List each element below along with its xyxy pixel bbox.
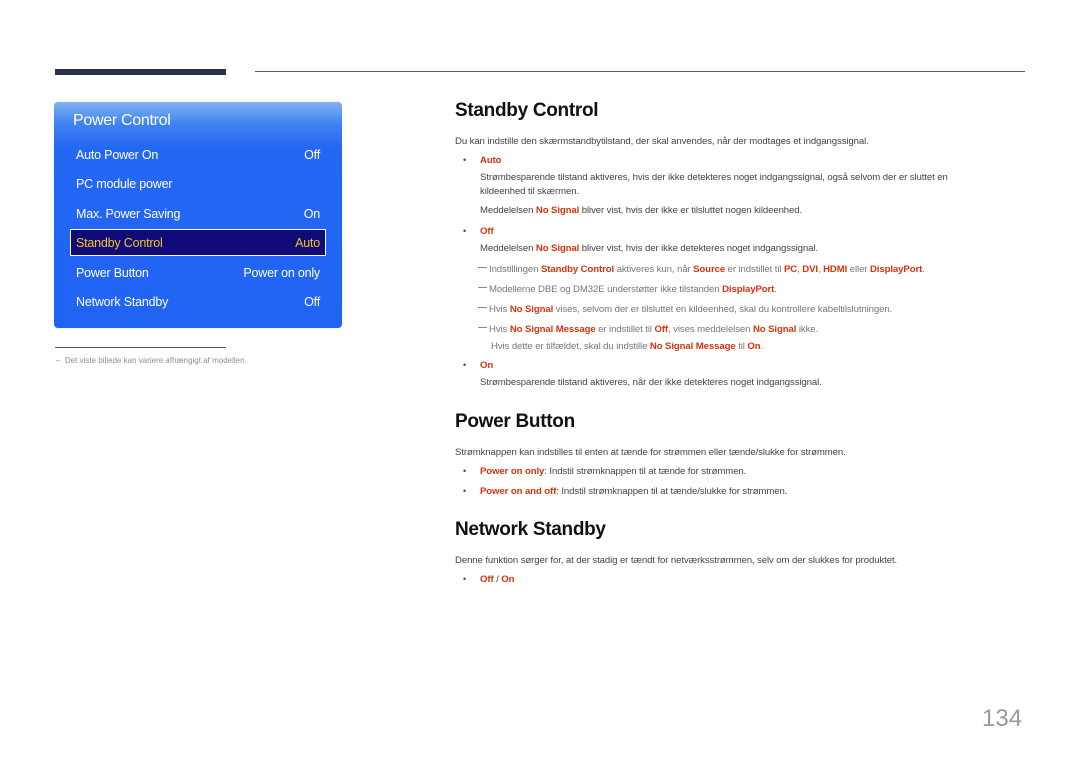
osd-item-value: Power on only: [243, 266, 320, 280]
bullet-icon: •: [463, 226, 467, 236]
osd-item-network-standby: Network Standby Off: [71, 290, 325, 314]
page-number: 134: [982, 705, 1023, 732]
option-auto-desc-line1: Strømbesparende tilstand aktiveres, hvis…: [480, 172, 948, 183]
network-standby-intro: Denne funktion sørger for, at der stadig…: [455, 555, 898, 566]
option-off-message: Meddelelsen No Signal bliver vist, hvis …: [480, 243, 818, 254]
power-button-intro: Strømknappen kan indstilles til enten at…: [455, 447, 846, 458]
option-auto-desc-line2: kildeenhed til skærmen.: [480, 186, 580, 197]
osd-item-value: On: [303, 207, 320, 221]
option-power-on-and-off: Power on and off: Indstil strømknappen t…: [480, 486, 788, 497]
header-bar-thick: [55, 69, 226, 75]
note-cable-check: Hvis No Signal vises, selvom der er tils…: [478, 304, 892, 315]
osd-item-label: Network Standby: [76, 295, 169, 309]
note-dash-icon: [478, 267, 487, 268]
note-dash-icon: [478, 287, 487, 288]
heading-power-button: Power Button: [455, 411, 575, 432]
heading-network-standby: Network Standby: [455, 519, 606, 540]
osd-item-label: PC module power: [76, 177, 173, 191]
footnote-dash-icon: –: [56, 356, 65, 365]
bullet-icon: •: [463, 360, 467, 370]
osd-item-value: Auto: [295, 235, 320, 250]
osd-item-auto-power-on: Auto Power On Off: [71, 143, 325, 167]
bullet-icon: •: [463, 155, 467, 165]
option-on-label: On: [480, 360, 494, 371]
note-models-displayport: Modellerne DBE og DM32E understøtter ikk…: [478, 284, 777, 295]
bullet-icon: •: [463, 466, 467, 476]
osd-item-label: Max. Power Saving: [76, 207, 181, 221]
osd-item-label: Power Button: [76, 266, 149, 280]
option-auto-message: Meddelelsen No Signal bliver vist, hvis …: [480, 205, 803, 216]
option-power-on-only: Power on only: Indstil strømknappen til …: [480, 466, 747, 477]
osd-item-standby-control-selected: Standby Control Auto: [70, 229, 326, 256]
option-on-desc: Strømbesparende tilstand aktiveres, når …: [480, 377, 822, 388]
bullet-icon: •: [463, 574, 467, 584]
heading-standby-control: Standby Control: [455, 100, 599, 121]
osd-item-value: Off: [304, 148, 320, 162]
osd-menu-title: Power Control: [73, 112, 171, 129]
note-no-signal-message: Hvis No Signal Message er indstillet til…: [478, 324, 818, 335]
osd-item-max-power-saving: Max. Power Saving On: [71, 202, 325, 226]
option-auto-label: Auto: [480, 155, 502, 166]
osd-item-pc-module-power: PC module power: [71, 172, 325, 196]
option-off-on: Off / On: [480, 574, 515, 585]
note-no-signal-message-line2: Hvis dette er tilfældet, skal du indstil…: [491, 341, 764, 352]
header-rule: [255, 71, 1025, 72]
osd-item-label: Standby Control: [76, 235, 163, 250]
note-standby-source: Indstillingen Standby Control aktiveres …: [478, 264, 925, 275]
osd-item-power-button: Power Button Power on only: [71, 261, 325, 285]
option-off-label: Off: [480, 226, 494, 237]
footnote-divider: [55, 347, 226, 348]
note-dash-icon: [478, 307, 487, 308]
osd-menu-power-control: Power Control Auto Power On Off PC modul…: [54, 102, 342, 328]
footnote: – Det viste billede kan variere afhængig…: [56, 356, 247, 365]
osd-item-label: Auto Power On: [76, 148, 159, 162]
osd-item-value: Off: [304, 295, 320, 309]
note-dash-icon: [478, 327, 487, 328]
standby-intro: Du kan indstille den skærmstandbytilstan…: [455, 136, 869, 147]
bullet-icon: •: [463, 486, 467, 496]
